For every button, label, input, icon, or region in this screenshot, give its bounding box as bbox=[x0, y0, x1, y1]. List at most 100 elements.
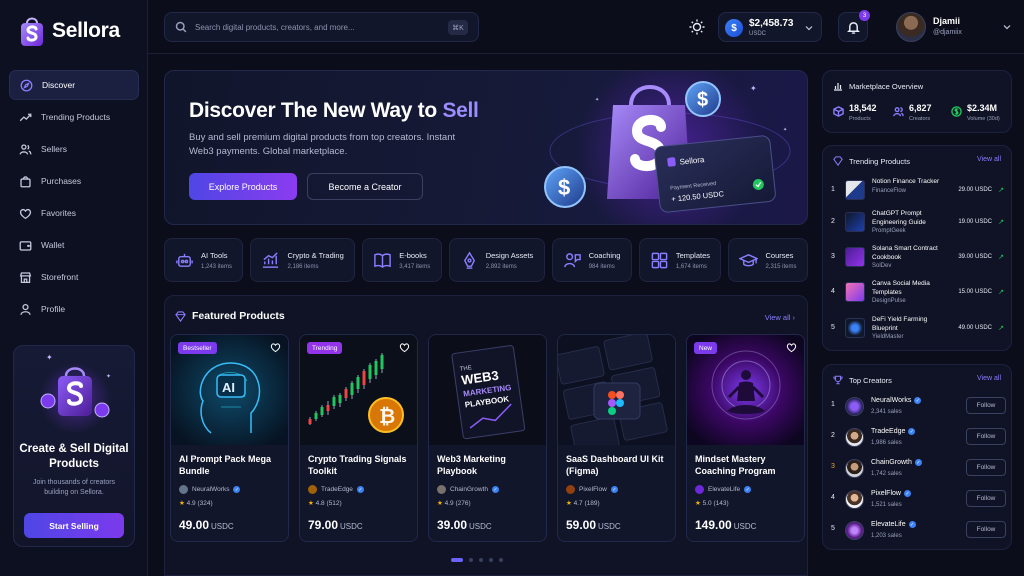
category-count: 3,417 items bbox=[399, 263, 431, 270]
category-ai-tools[interactable]: AI Tools 1,243 items bbox=[164, 238, 244, 282]
creator-name: NeuralWorks ✓ bbox=[871, 397, 922, 404]
featured-view-all-link[interactable]: View all › bbox=[765, 313, 795, 322]
bell-icon bbox=[847, 22, 860, 34]
rating-value: 4.7 bbox=[573, 500, 583, 507]
pagination-dot[interactable] bbox=[479, 558, 483, 562]
product-card[interactable]: AI Bestseller AI Prompt Pack Mega Bundle… bbox=[170, 334, 289, 542]
product-badge: Trending bbox=[307, 342, 343, 354]
creator-sales: 1,521 sales bbox=[871, 502, 902, 508]
product-card[interactable]: THE WEB3 MARKETING PLAYBOOK Web3 Marketi… bbox=[428, 334, 547, 542]
review-count: (512) bbox=[326, 500, 342, 507]
pagination-dot[interactable] bbox=[451, 558, 463, 562]
product-author: PixelFlow ✓ bbox=[566, 485, 618, 494]
follow-button[interactable]: Follow bbox=[966, 490, 1006, 507]
promo-subtitle: Join thousands of creators building on S… bbox=[32, 479, 116, 496]
pagination-dot[interactable] bbox=[489, 558, 493, 562]
creators-title: Top Creators bbox=[849, 375, 892, 385]
creator-name-text: ElevateLife bbox=[871, 521, 906, 528]
chevron-down-icon bbox=[805, 26, 813, 31]
creator-name: ChainGrowth ✓ bbox=[871, 459, 922, 466]
favorite-heart-icon[interactable] bbox=[399, 342, 410, 353]
trending-item[interactable]: 4 Canva Social Media Templates DesignPuls… bbox=[831, 278, 1006, 310]
category-courses[interactable]: Courses 2,315 items bbox=[728, 238, 808, 282]
pagination-dot[interactable] bbox=[469, 558, 473, 562]
keyboard-shortcut: ⌘K bbox=[448, 20, 468, 35]
product-title: Crypto Trading Signals Toolkit bbox=[308, 454, 407, 476]
theme-toggle-sun-icon[interactable] bbox=[688, 18, 706, 36]
trending-item[interactable]: 2 ChatGPT Prompt Engineering Guide Prompt… bbox=[831, 208, 1006, 240]
follow-button[interactable]: Follow bbox=[966, 521, 1006, 538]
follow-button[interactable]: Follow bbox=[966, 459, 1006, 476]
avatar bbox=[437, 485, 446, 494]
product-rating: ★ 4.9 (276) bbox=[437, 499, 471, 507]
explore-products-button[interactable]: Explore Products bbox=[189, 173, 297, 200]
stat-creators: 6,827 Creators bbox=[893, 103, 932, 122]
sidebar-item-purchases[interactable]: Purchases bbox=[9, 166, 139, 196]
sidebar-item-favorites[interactable]: Favorites bbox=[9, 198, 139, 228]
avatar bbox=[695, 485, 704, 494]
category-e-books[interactable]: E-books 3,417 items bbox=[362, 238, 442, 282]
favorite-heart-icon[interactable] bbox=[786, 342, 797, 353]
sidebar-item-trending-products[interactable]: Trending Products bbox=[9, 102, 139, 132]
category-coaching[interactable]: Coaching 984 items bbox=[551, 238, 632, 282]
trending-title: Trending Products bbox=[849, 156, 911, 166]
pagination-dot[interactable] bbox=[499, 558, 503, 562]
favorite-heart-icon[interactable] bbox=[528, 342, 539, 353]
trending-view-all-link[interactable]: View all bbox=[977, 156, 1001, 163]
creator-item: 5 ElevateLife ✓ 1,203 sales Follow bbox=[831, 518, 1006, 546]
trending-item-name: ChatGPT Prompt Engineering Guide bbox=[872, 210, 926, 226]
trending-item[interactable]: 1 Notion Finance Tracker FinanceFlow 29.0… bbox=[831, 176, 1006, 208]
product-title: Web3 Marketing Playbook bbox=[437, 454, 506, 476]
featured-title: Featured Products bbox=[192, 310, 285, 322]
sidebar-item-discover[interactable]: Discover bbox=[9, 70, 139, 100]
author-name: TradeEdge bbox=[321, 486, 353, 493]
trending-item[interactable]: 5 DeFi Yield Farming Blueprint YieldMaste… bbox=[831, 314, 1006, 346]
wallet-balance[interactable]: $ $2,458.73 USDC bbox=[718, 12, 822, 42]
diamond-icon bbox=[833, 156, 843, 166]
creator-sales: 1,986 sales bbox=[871, 440, 902, 446]
stat-value: 6,827 bbox=[909, 103, 932, 113]
rating-value: 5.0 bbox=[702, 500, 712, 507]
sidebar-item-profile[interactable]: Profile bbox=[9, 294, 139, 324]
sidebar-item-sellers[interactable]: Sellers bbox=[9, 134, 139, 164]
product-author: ChainGrowth ✓ bbox=[437, 485, 499, 494]
category-name: Templates bbox=[675, 250, 711, 260]
dollar-circle-icon bbox=[951, 106, 962, 117]
follow-button[interactable]: Follow bbox=[966, 397, 1006, 414]
sidebar-item-wallet[interactable]: Wallet bbox=[9, 230, 139, 260]
user-menu[interactable]: Djamii @djamiix bbox=[896, 12, 1011, 42]
creator-name: ElevateLife ✓ bbox=[871, 521, 916, 528]
product-card[interactable]: SaaS Dashboard UI Kit (Figma) PixelFlow ✓… bbox=[557, 334, 676, 542]
product-rating: ★ 4.7 (189) bbox=[566, 499, 600, 507]
chevron-down-icon bbox=[1003, 25, 1011, 30]
favorite-heart-icon[interactable] bbox=[270, 342, 281, 353]
category-count: 2,186 items bbox=[287, 263, 319, 270]
creators-view-all-link[interactable]: View all bbox=[977, 375, 1001, 382]
panel-title: Trending Products bbox=[833, 156, 910, 166]
search-input[interactable] bbox=[195, 22, 435, 32]
wallet-icon bbox=[19, 240, 32, 251]
trending-item[interactable]: 3 Solana Smart Contract Cookbook SolDev 3… bbox=[831, 243, 1006, 275]
become-creator-button[interactable]: Become a Creator bbox=[307, 173, 423, 200]
start-selling-button[interactable]: Start Selling bbox=[24, 513, 124, 538]
product-title: Mindset Mastery Coaching Program bbox=[695, 454, 776, 476]
category-crypto-trading[interactable]: Crypto & Trading 2,186 items bbox=[250, 238, 356, 282]
chart-icon bbox=[263, 251, 279, 268]
price-currency: USDC bbox=[733, 522, 757, 531]
notifications-button[interactable]: 3 bbox=[838, 10, 870, 42]
stat-label: Creators bbox=[909, 116, 931, 122]
logo[interactable]: Sellora bbox=[18, 14, 120, 48]
category-templates[interactable]: Templates 1,674 items bbox=[638, 238, 722, 282]
favorite-heart-icon[interactable] bbox=[657, 342, 668, 353]
follow-button[interactable]: Follow bbox=[966, 428, 1006, 445]
verified-badge-icon: ✓ bbox=[903, 490, 911, 497]
category-design-assets[interactable]: Design Assets 2,892 items bbox=[448, 238, 545, 282]
verified-badge-icon: ✓ bbox=[908, 428, 916, 435]
verified-badge-icon: ✓ bbox=[908, 521, 916, 528]
product-card[interactable]: New Mindset Mastery Coaching Program Ele… bbox=[686, 334, 805, 542]
brand-name: Sellora bbox=[52, 19, 120, 42]
user-handle: @djamiix bbox=[933, 29, 962, 36]
product-card[interactable]: ₿ Trending Crypto Trading Signals Toolki… bbox=[299, 334, 418, 542]
search-bar[interactable]: ⌘K bbox=[164, 12, 479, 42]
sidebar-item-storefront[interactable]: Storefront bbox=[9, 262, 139, 292]
